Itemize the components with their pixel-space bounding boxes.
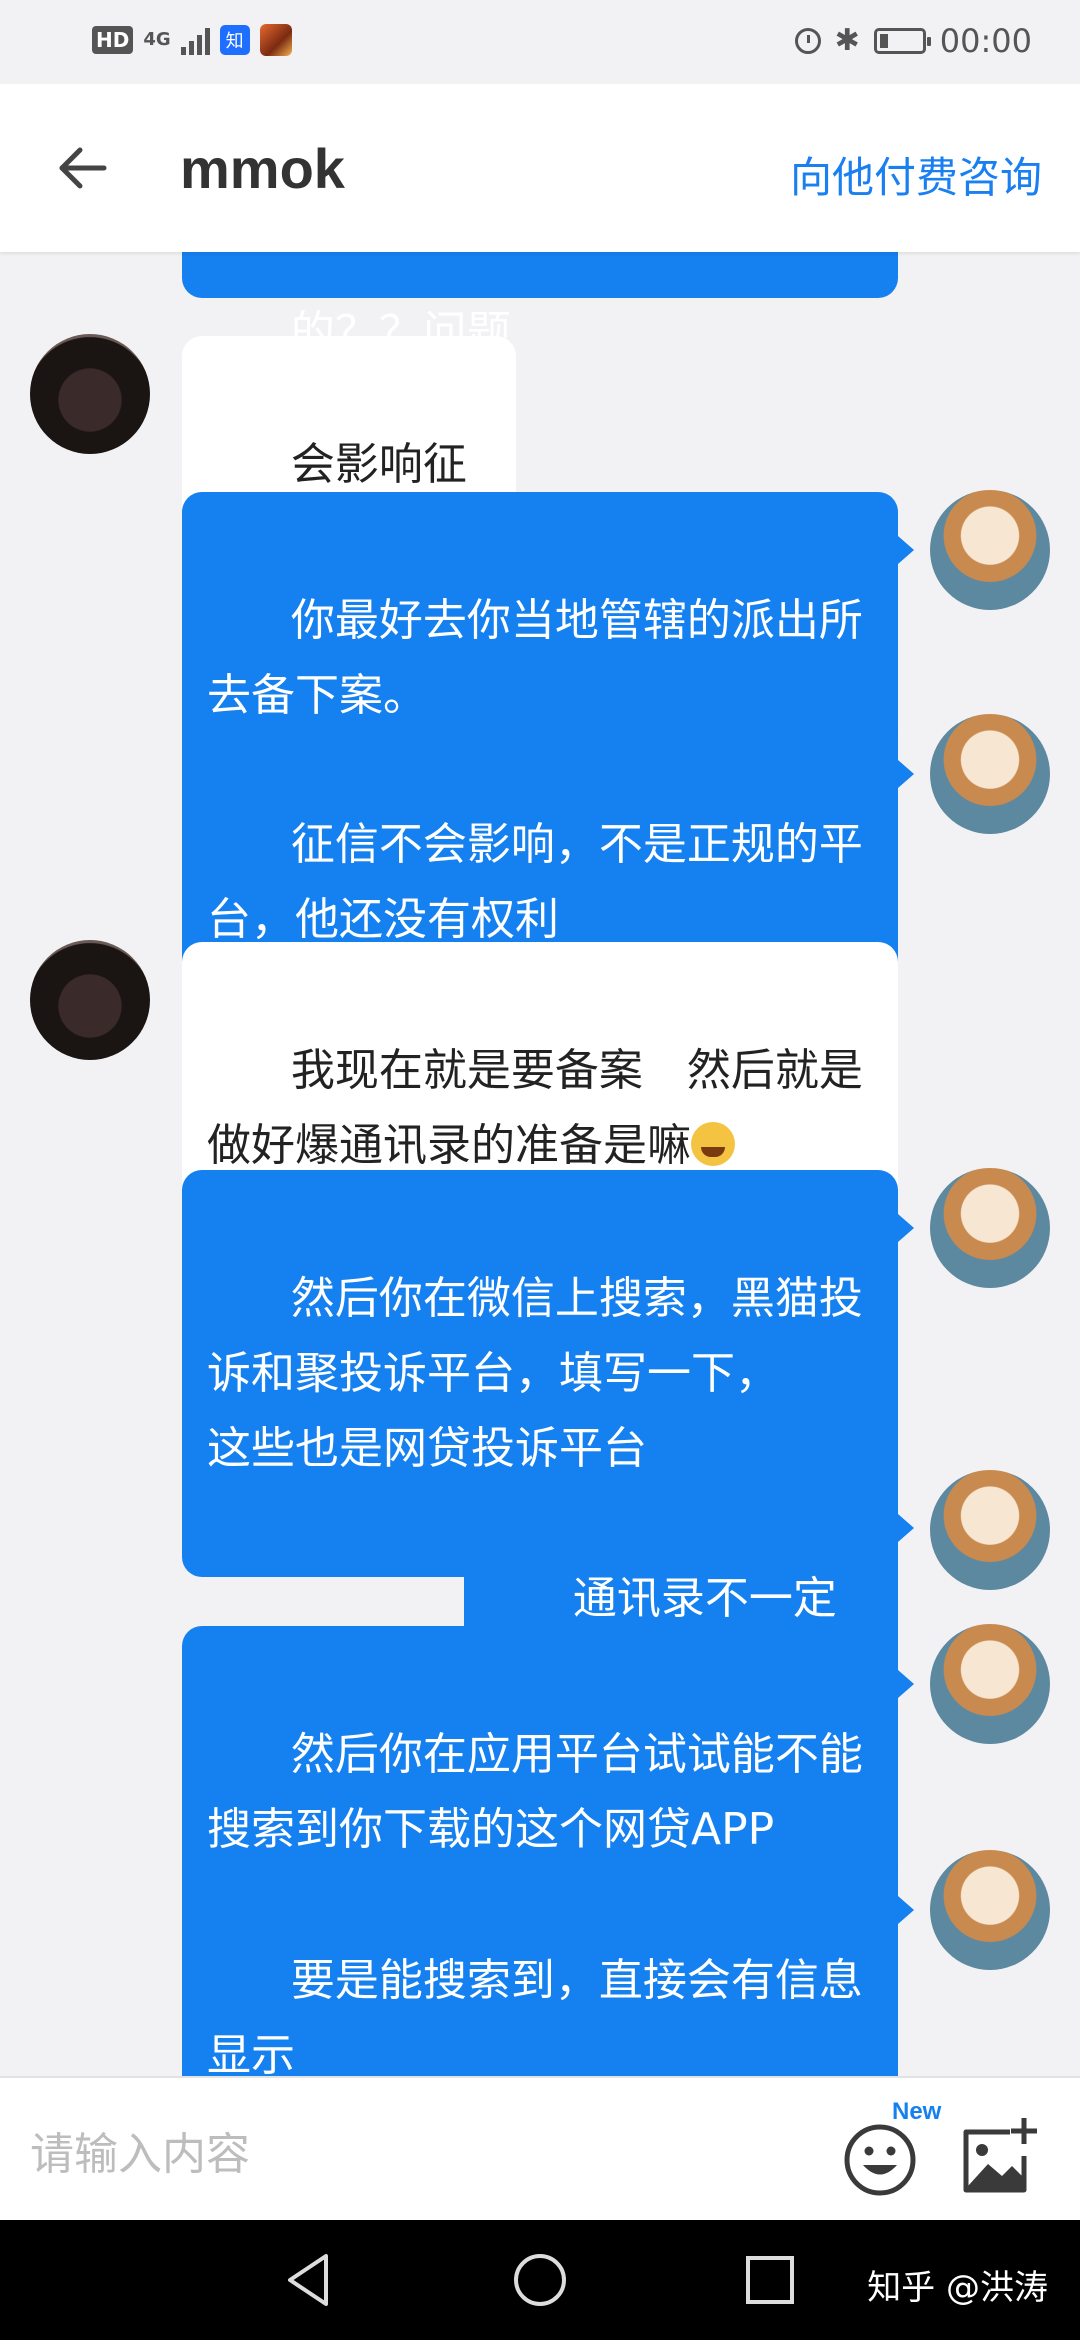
message-text: 然后你在微信上搜索，黑猫投 诉和聚投诉平台，填写一下， 这些也是网贷投诉平台 bbox=[207, 1273, 863, 1474]
nav-home-icon bbox=[514, 2254, 566, 2306]
signal-icon bbox=[180, 25, 210, 55]
status-bar-left: HD 4G 知 bbox=[92, 24, 292, 56]
emoji-button[interactable] bbox=[842, 2118, 922, 2198]
message-text: 你最好去你当地管辖的派出所 去备下案。 bbox=[207, 595, 863, 721]
system-nav-bar: 知乎 @洪涛 bbox=[0, 2220, 1080, 2340]
network-type-indicator: 4G bbox=[143, 29, 171, 50]
my-avatar[interactable] bbox=[930, 1470, 1050, 1590]
bluetooth-icon: ✱ bbox=[834, 23, 860, 58]
add-image-button[interactable] bbox=[958, 2116, 1040, 2198]
status-bar-right: ✱ 00:00 bbox=[794, 22, 1032, 60]
hd-indicator: HD bbox=[92, 26, 134, 54]
contact-name: mmok bbox=[180, 137, 345, 200]
zhihu-notification-icon: 知 bbox=[219, 25, 250, 55]
emoji-icon bbox=[844, 2124, 916, 2196]
alarm-icon bbox=[794, 28, 821, 54]
paid-consult-button[interactable]: 向他付费咨询 bbox=[790, 144, 1042, 205]
nav-recents-button[interactable] bbox=[740, 2250, 800, 2310]
battery-icon bbox=[873, 28, 931, 54]
message-text: 要是能搜索到，直接会有信息 显示 bbox=[207, 1955, 863, 2081]
new-badge: New bbox=[892, 2098, 942, 2125]
my-avatar[interactable] bbox=[930, 1624, 1050, 1744]
contact-avatar[interactable] bbox=[30, 940, 150, 1060]
game-notification-icon bbox=[259, 24, 292, 56]
nav-home-button[interactable] bbox=[510, 2250, 570, 2310]
nav-recents-icon bbox=[746, 2256, 794, 2304]
back-arrow-icon bbox=[59, 147, 107, 189]
message-input-bar: New bbox=[0, 2076, 1080, 2222]
message-text: 然后你在应用平台试试能不能 搜索到你下载的这个网贷APP bbox=[207, 1729, 863, 1855]
my-avatar[interactable] bbox=[930, 714, 1050, 834]
nav-back-icon bbox=[288, 2254, 328, 2306]
bubble-tail bbox=[898, 760, 914, 788]
back-button[interactable] bbox=[50, 136, 114, 200]
clock: 00:00 bbox=[939, 22, 1032, 60]
source-watermark: 知乎 @洪涛 bbox=[867, 2268, 1048, 2308]
add-image-icon bbox=[963, 2118, 1037, 2193]
laughing-crying-emoji-icon bbox=[691, 1122, 735, 1166]
bubble-tail bbox=[898, 1670, 914, 1698]
nav-back-button[interactable] bbox=[280, 2250, 340, 2310]
bubble-tail bbox=[898, 1896, 914, 1924]
status-bar: HD 4G 知 ✱ 00:00 bbox=[0, 0, 1080, 84]
message-input[interactable] bbox=[30, 2126, 790, 2182]
my-avatar[interactable] bbox=[930, 490, 1050, 610]
message-text: 征信不会影响，不是正规的平 台，他还没有权利 bbox=[207, 819, 863, 945]
my-avatar[interactable] bbox=[930, 1850, 1050, 1970]
bubble-tail bbox=[898, 1214, 914, 1242]
bubble-tail bbox=[898, 1514, 914, 1542]
bubble-tail bbox=[898, 536, 914, 564]
chat-header: mmok 向他付费咨询 bbox=[0, 84, 1080, 252]
contact-avatar[interactable] bbox=[30, 334, 150, 454]
my-avatar[interactable] bbox=[930, 1168, 1050, 1288]
message-text: 我现在就是要备案 然后就是 做好爆通讯录的准备是嘛 bbox=[207, 1045, 863, 1171]
